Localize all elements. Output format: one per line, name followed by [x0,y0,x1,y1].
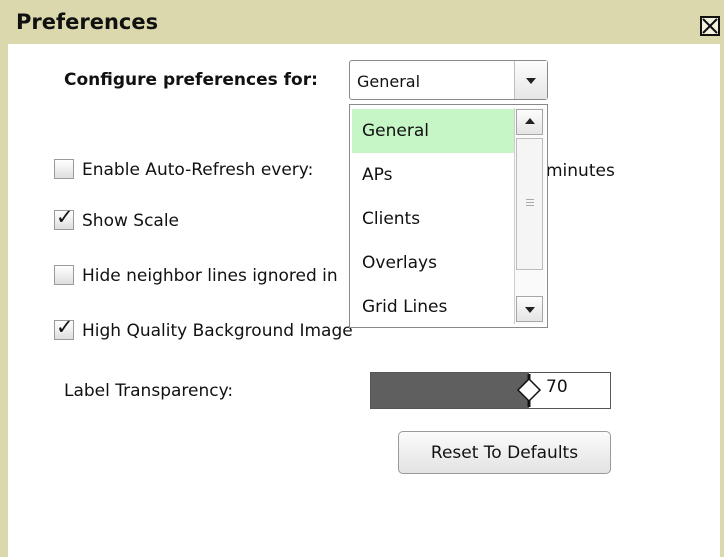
preferences-dialog: Preferences Configure preferences for: G… [0,0,724,557]
configure-dropdown-list: General APs Clients Overlays Grid Lines [349,104,548,328]
reset-to-defaults-button[interactable]: Reset To Defaults [398,431,611,474]
hide-neighbor-label: Hide neighbor lines ignored in [82,266,338,286]
dropdown-option-overlays[interactable]: Overlays [352,241,514,285]
title-bar: Preferences [0,0,724,44]
configure-label: Configure preferences for: [64,70,318,90]
dialog-title: Preferences [16,10,159,34]
label-transparency-slider[interactable]: 70 [370,372,611,409]
grip-line [526,205,534,206]
hide-neighbor-checkbox[interactable] [54,265,74,285]
dropdown-option-clients[interactable]: Clients [352,197,514,241]
show-scale-label: Show Scale [82,211,180,231]
close-icon[interactable] [700,16,720,36]
dropdown-scrollbar[interactable] [514,108,545,324]
checkmark-icon: ✓ [56,205,74,229]
dropdown-options: General APs Clients Overlays Grid Lines [352,109,514,329]
slider-handle-icon[interactable] [515,374,543,407]
show-scale-checkbox[interactable]: ✓ [54,205,74,230]
configure-select-value: General [357,72,421,91]
label-transparency-label: Label Transparency: [64,381,234,401]
scroll-thumb[interactable] [516,138,543,270]
checkmark-icon: ✓ [56,315,74,339]
chevron-down-icon [525,307,535,313]
scroll-up-button[interactable] [516,109,543,135]
chevron-up-icon [525,118,535,124]
dialog-border-left [0,44,8,557]
auto-refresh-label: Enable Auto-Refresh every: [82,160,314,180]
dialog-border-right [720,44,724,557]
slider-value: 70 [546,377,568,397]
dropdown-option-general[interactable]: General [352,109,514,153]
slider-fill [371,373,529,408]
grip-line [526,199,534,200]
chevron-down-icon [526,78,536,84]
scroll-down-button[interactable] [516,296,543,322]
configure-select[interactable]: General [349,60,548,100]
hq-background-label: High Quality Background Image [82,321,353,341]
hq-background-checkbox[interactable]: ✓ [54,315,74,340]
auto-refresh-unit: minutes [546,161,615,181]
dropdown-option-grid-lines[interactable]: Grid Lines [352,285,514,329]
auto-refresh-checkbox[interactable] [54,159,74,179]
grip-line [526,202,534,203]
dropdown-option-aps[interactable]: APs [352,153,514,197]
select-dropdown-button[interactable] [514,61,547,99]
